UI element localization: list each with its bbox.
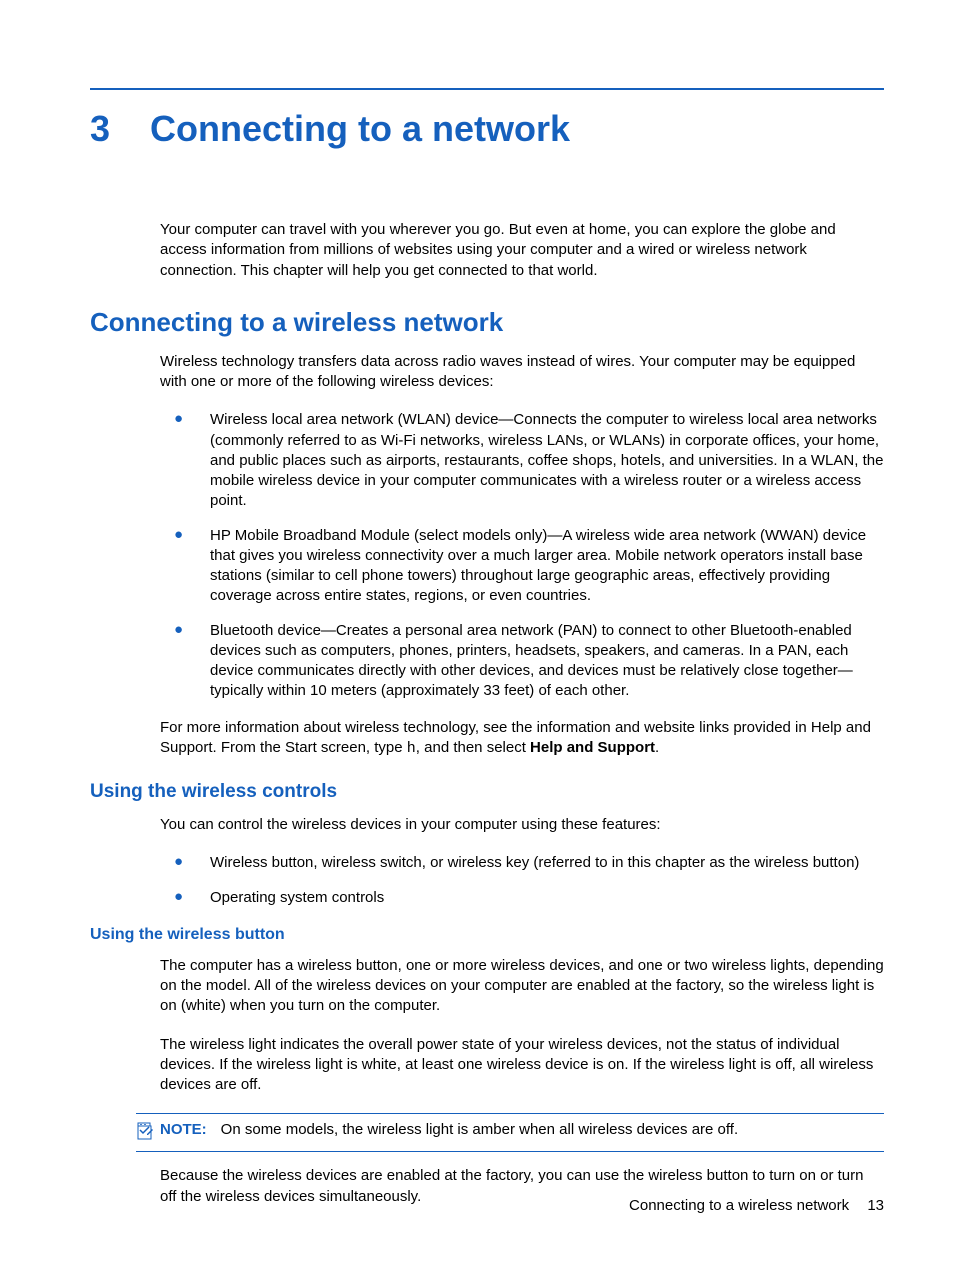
section-heading-wireless-controls: Using the wireless controls xyxy=(90,781,884,803)
section-heading-wireless-button: Using the wireless button xyxy=(90,926,884,944)
body-paragraph: The computer has a wireless button, one … xyxy=(160,956,884,1017)
chapter-title: Connecting to a network xyxy=(150,108,570,150)
note-icon xyxy=(136,1122,154,1145)
monospace-text: h xyxy=(407,740,416,757)
list-item-text: Bluetooth device—Creates a personal area… xyxy=(210,621,884,702)
list-item-text: Wireless button, wireless switch, or wir… xyxy=(210,853,859,873)
note-text: On some models, the wireless light is am… xyxy=(221,1121,738,1138)
bullet-icon: ● xyxy=(160,410,210,511)
section-heading-wireless-network: Connecting to a wireless network xyxy=(90,307,884,338)
bullet-list: ● Wireless local area network (WLAN) dev… xyxy=(160,410,884,701)
list-item: ● HP Mobile Broadband Module (select mod… xyxy=(160,526,884,607)
footer-section-title: Connecting to a wireless network xyxy=(629,1197,849,1214)
text-span: . xyxy=(655,739,659,756)
body-paragraph: You can control the wireless devices in … xyxy=(160,815,884,835)
list-item-text: Wireless local area network (WLAN) devic… xyxy=(210,410,884,511)
body-paragraph: For more information about wireless tech… xyxy=(160,718,884,760)
bold-text: Help and Support xyxy=(530,739,655,756)
intro-paragraph: Your computer can travel with you wherev… xyxy=(160,220,884,281)
list-item: ● Wireless local area network (WLAN) dev… xyxy=(160,410,884,511)
chapter-number: 3 xyxy=(90,108,110,150)
footer-page-number: 13 xyxy=(867,1197,884,1214)
text-span: , and then select xyxy=(416,739,530,756)
bullet-icon: ● xyxy=(160,621,210,702)
body-paragraph: Wireless technology transfers data acros… xyxy=(160,352,884,393)
note-block: NOTE: On some models, the wireless light … xyxy=(136,1113,884,1152)
bullet-icon: ● xyxy=(160,853,210,873)
page-footer: Connecting to a wireless network 13 xyxy=(629,1197,884,1214)
list-item-text: Operating system controls xyxy=(210,888,384,908)
bullet-icon: ● xyxy=(160,888,210,908)
chapter-rule xyxy=(90,88,884,90)
chapter-header: 3 Connecting to a network xyxy=(90,108,884,150)
bullet-icon: ● xyxy=(160,526,210,607)
bullet-list: ● Wireless button, wireless switch, or w… xyxy=(160,853,884,908)
note-label: NOTE: xyxy=(160,1121,207,1138)
body-paragraph: The wireless light indicates the overall… xyxy=(160,1035,884,1096)
list-item: ● Wireless button, wireless switch, or w… xyxy=(160,853,884,873)
list-item: ● Operating system controls xyxy=(160,888,884,908)
list-item-text: HP Mobile Broadband Module (select model… xyxy=(210,526,884,607)
list-item: ● Bluetooth device—Creates a personal ar… xyxy=(160,621,884,702)
